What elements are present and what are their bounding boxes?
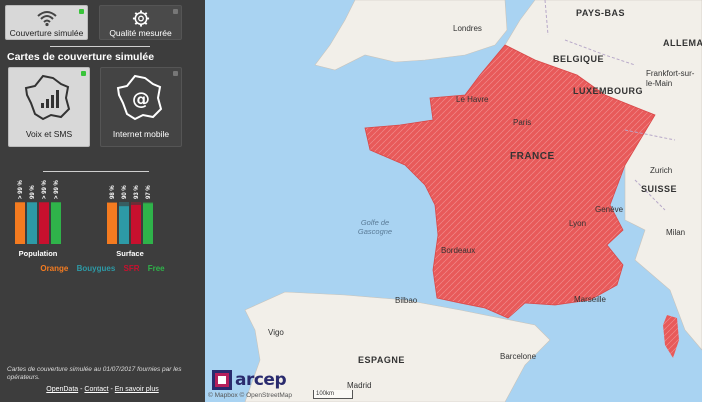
measured-quality-label: Qualité mesurée [109, 28, 172, 38]
footnote: Cartes de couverture simulée au 01/07/20… [7, 366, 182, 381]
operator-legend: Orange Bouygues SFR Free [0, 264, 205, 273]
map-label: Milan [666, 228, 686, 237]
map-label: BELGIQUE [553, 54, 605, 64]
arcep-logo-mark-icon [212, 370, 232, 390]
map-label: FRANCE [510, 151, 555, 162]
mobile-internet-button[interactable]: @ Internet mobile [100, 67, 182, 147]
map-label: ALLEMA [663, 38, 702, 48]
map-label: ESPAGNE [358, 355, 405, 365]
map-label: Zurich [650, 166, 673, 175]
voice-sms-label: Voix et SMS [25, 129, 73, 139]
map-label: Bilbao [395, 296, 418, 305]
bar-value-label: 97 % [146, 185, 152, 199]
inactive-indicator [173, 71, 178, 76]
active-indicator [79, 9, 84, 14]
bar-orange-population [15, 202, 25, 244]
bar-value-label: > 99 % [18, 179, 24, 199]
gear-icon [100, 9, 181, 28]
map-label: Marseille [574, 295, 607, 304]
bar-sfr-surface [131, 204, 141, 244]
contact-link[interactable]: Contact [84, 386, 108, 393]
map-label: Frankfort-sur-le-Main [646, 69, 695, 88]
mobile-internet-label: Internet mobile [112, 129, 170, 139]
group-label: Population [19, 249, 58, 258]
simulated-coverage-label: Couverture simulée [9, 28, 84, 38]
sidebar: Couverture simulée Qualité mesurée Carte… [0, 0, 205, 402]
active-indicator [81, 71, 86, 76]
map-label: Madrid [347, 381, 372, 390]
bar-free-surface [143, 203, 153, 244]
bar-sfr-population [39, 202, 49, 244]
map-attribution[interactable]: © Mapbox © OpenStreetMap [208, 392, 292, 399]
coverage-map[interactable]: PAYS-BAS ALLEMA Londres BELGIQUE LUXEMBO… [205, 0, 702, 402]
legend-bouygues: Bouygues [76, 264, 116, 273]
bar-bouygues-surface [119, 206, 129, 244]
bar-value-label: 93 % [134, 185, 140, 199]
coverage-bar-chart: > 99 % 99 % > 99 % > 99 % Population 98 % 90 %… [15, 179, 153, 258]
arcep-logo-text: arcep [235, 370, 287, 390]
section-title: Cartes de couverture simulée [7, 51, 155, 63]
measured-quality-button[interactable]: Qualité mesurée [99, 5, 182, 40]
legend-orange: Orange [40, 264, 69, 273]
bar-value-label: 99 % [30, 185, 36, 199]
map-label: Bordeaux [441, 246, 476, 255]
wifi-icon [6, 9, 87, 28]
bar-bouygues-population [27, 202, 37, 244]
map-label: Londres [453, 24, 482, 33]
map-canvas [244, 0, 702, 402]
map-label: LUXEMBOURG [573, 86, 643, 96]
map-label: PAYS-BAS [576, 8, 626, 18]
france-at-icon: @ [116, 74, 163, 121]
map-label: SUISSE [641, 184, 678, 194]
simulated-coverage-button[interactable]: Couverture simulée [5, 5, 88, 40]
france-signal-icon [24, 74, 71, 121]
arcep-logo: arcep [211, 369, 287, 391]
divider [50, 46, 150, 47]
group-label: Surface [116, 249, 144, 258]
legend-sfr: SFR [123, 264, 140, 273]
bar-value-label: > 99 % [42, 179, 48, 199]
voice-sms-button[interactable]: Voix et SMS [8, 67, 90, 147]
legend-free: Free [147, 264, 165, 273]
svg-text:@: @ [132, 89, 150, 110]
map-label: Genève [595, 205, 624, 214]
map-label: Vigo [268, 328, 284, 337]
opendata-link[interactable]: OpenData [46, 386, 78, 393]
footer-links: OpenData - Contact - En savoir plus [46, 386, 159, 393]
bar-free-population [51, 202, 61, 244]
bar-value-label: > 99 % [54, 179, 60, 199]
map-label: Le Havre [456, 95, 489, 104]
map-label: Paris [513, 118, 532, 127]
more-info-link[interactable]: En savoir plus [115, 386, 159, 393]
scale-bar: 100km [313, 390, 353, 399]
map-label: Lyon [569, 219, 587, 228]
inactive-indicator [173, 9, 178, 14]
bar-value-label: 98 % [110, 185, 116, 199]
bar-orange-surface [107, 202, 117, 244]
bar-value-label: 90 % [122, 185, 128, 199]
map-label: Golfe de Gascogne [357, 218, 393, 236]
map-label: Barcelone [500, 352, 537, 361]
